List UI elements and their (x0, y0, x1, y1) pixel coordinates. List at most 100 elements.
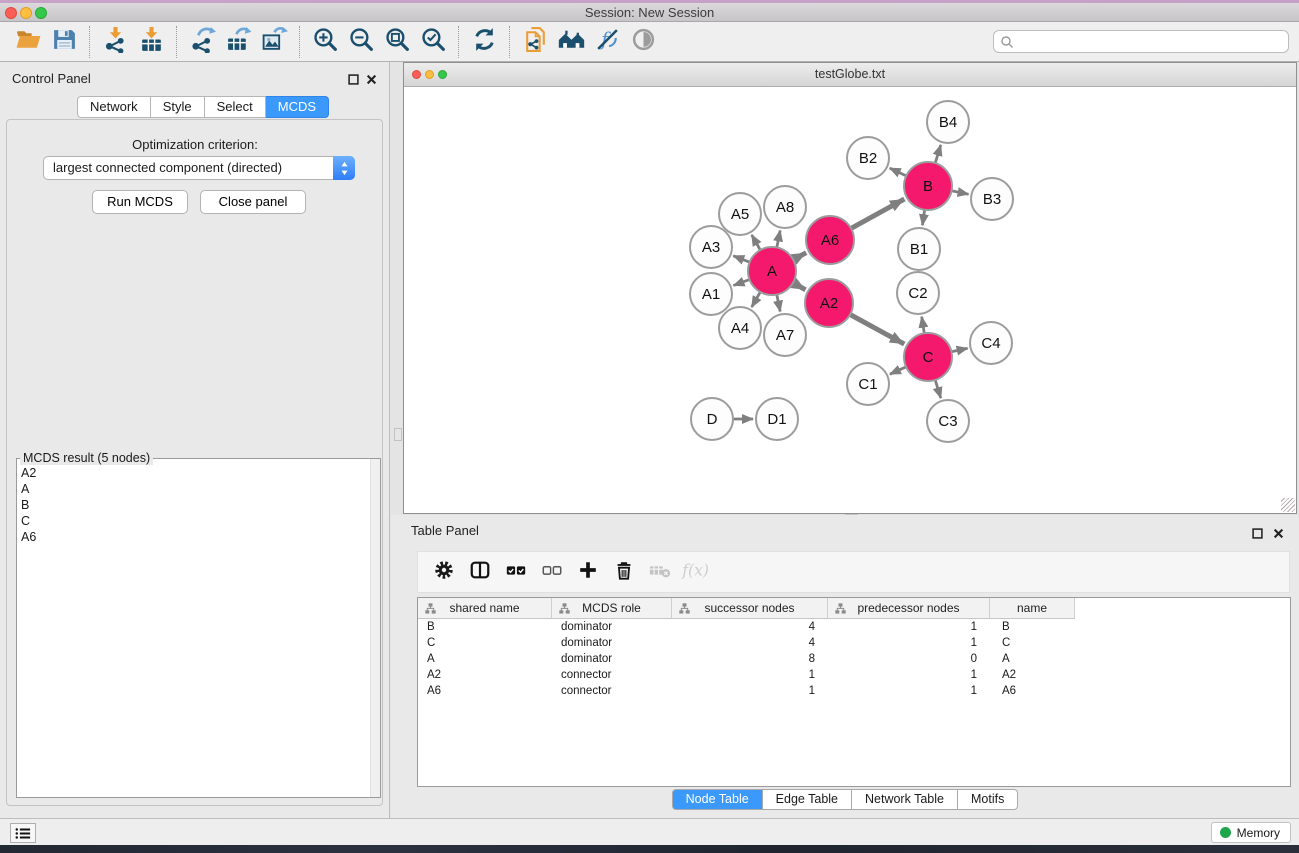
column-header-successor-nodes[interactable]: successor nodes (672, 598, 828, 619)
edge-B-B3[interactable] (952, 191, 969, 194)
cell-predecessor-nodes: 1 (828, 683, 990, 699)
create-column-button[interactable] (570, 555, 606, 589)
cell-successor-nodes: 4 (672, 635, 828, 651)
edge-C-C1[interactable] (890, 367, 906, 374)
edge-A2-C[interactable] (850, 315, 904, 345)
tab-style[interactable]: Style (151, 96, 205, 118)
edge-A-A6[interactable] (793, 253, 806, 260)
zoom-selected-button[interactable] (415, 25, 451, 59)
memory-button[interactable]: Memory (1211, 822, 1291, 843)
tab-node-table[interactable]: Node Table (672, 789, 763, 810)
export-image-button[interactable] (256, 25, 292, 59)
criterion-dropdown[interactable]: largest connected component (directed) (43, 156, 355, 180)
split-panel-button[interactable] (462, 555, 498, 589)
float-panel-icon[interactable] (348, 72, 359, 83)
column-header-shared-name[interactable]: shared name (418, 598, 552, 619)
node-label-C3: C3 (938, 413, 957, 430)
tab-network-table[interactable]: Network Table (852, 789, 958, 810)
clipboard-network-button[interactable] (517, 25, 553, 59)
network-zoom-button[interactable] (438, 70, 447, 79)
close-window-button[interactable] (5, 7, 17, 19)
delete-column-button[interactable] (606, 555, 642, 589)
tab-mcds[interactable]: MCDS (266, 96, 329, 118)
node-label-B: B (923, 178, 933, 195)
eye-button[interactable] (625, 25, 661, 59)
mcds-result-scrollbar[interactable] (370, 459, 380, 797)
control-panel-tabs: NetworkStyleSelectMCDS (77, 96, 329, 118)
cell-predecessor-nodes: 1 (828, 619, 990, 635)
node-label-D1: D1 (767, 411, 786, 428)
column-header-MCDS-role[interactable]: MCDS role (552, 598, 672, 619)
table-row[interactable]: Cdominator41C (418, 635, 1290, 651)
network-minimize-button[interactable] (425, 70, 434, 79)
import-network-button[interactable] (97, 25, 133, 59)
export-network-button[interactable] (184, 25, 220, 59)
import-table-button[interactable] (133, 25, 169, 59)
mcds-result-item[interactable]: A (17, 481, 370, 497)
table-row[interactable]: A2connector11A2 (418, 667, 1290, 683)
network-close-button[interactable] (412, 70, 421, 79)
table-row[interactable]: Bdominator41B (418, 619, 1290, 635)
close-panel-icon[interactable] (366, 72, 377, 83)
cell-shared-name: C (418, 635, 552, 651)
tab-network[interactable]: Network (77, 96, 151, 118)
tab-edge-table[interactable]: Edge Table (763, 789, 852, 810)
edge-A-A8[interactable] (777, 231, 780, 248)
edge-A-A4[interactable] (752, 292, 761, 307)
close-panel-button[interactable]: Close panel (200, 190, 306, 214)
close-panel-icon[interactable] (1273, 526, 1284, 537)
select-all-button[interactable] (498, 555, 534, 589)
column-header-name[interactable]: name (990, 598, 1075, 619)
edge-C-C4[interactable] (951, 348, 967, 352)
save-session-button[interactable] (46, 25, 82, 59)
edge-A-A7[interactable] (777, 295, 780, 312)
delete-column-icon (613, 559, 635, 586)
table-settings-button[interactable] (426, 555, 462, 589)
edge-A6-B[interactable] (851, 199, 904, 228)
eye-icon (630, 26, 657, 58)
header-filler (1075, 598, 1290, 619)
network-canvas[interactable]: B4B2BB3A8A5A6A3B1AC2A1A2A4A7C4CC1C3DD1 (404, 88, 1296, 513)
home-button[interactable] (553, 25, 589, 59)
edge-A-A5[interactable] (752, 235, 761, 250)
network-window-titlebar[interactable]: testGlobe.txt (404, 63, 1296, 87)
edge-A-A1[interactable] (734, 280, 750, 286)
search-input[interactable] (993, 30, 1289, 53)
zoom-fit-button[interactable] (379, 25, 415, 59)
edge-B-B2[interactable] (890, 168, 907, 176)
edge-B-B1[interactable] (922, 210, 924, 225)
column-header-predecessor-nodes[interactable]: predecessor nodes (828, 598, 990, 619)
edge-C-C3[interactable] (935, 380, 941, 398)
mcds-result-item[interactable]: A6 (17, 529, 370, 545)
split-divider-handle[interactable] (394, 428, 402, 441)
mcds-result-item[interactable]: C (17, 513, 370, 529)
run-mcds-button[interactable]: Run MCDS (92, 190, 188, 214)
tab-motifs[interactable]: Motifs (958, 789, 1018, 810)
minimize-window-button[interactable] (20, 7, 32, 19)
node-label-A6: A6 (821, 232, 839, 249)
mcds-result-item[interactable]: A2 (17, 465, 370, 481)
zoom-out-icon (348, 26, 375, 58)
toolbar-separator (299, 26, 300, 58)
zoom-in-button[interactable] (307, 25, 343, 59)
edge-C-C2[interactable] (922, 317, 925, 334)
zoom-out-button[interactable] (343, 25, 379, 59)
edge-B-B4[interactable] (935, 145, 941, 163)
edge-A-A3[interactable] (733, 256, 749, 262)
mcds-result-item[interactable]: B (17, 497, 370, 513)
float-panel-icon[interactable] (1252, 526, 1263, 537)
zoom-window-button[interactable] (35, 7, 47, 19)
tab-select[interactable]: Select (205, 96, 266, 118)
hide-graphics-details-button[interactable]: f (589, 25, 625, 59)
node-label-B2: B2 (859, 150, 877, 167)
table-row[interactable]: A6connector11A6 (418, 683, 1290, 699)
export-table-button[interactable] (220, 25, 256, 59)
table-row[interactable]: Adominator80A (418, 651, 1290, 667)
open-session-button[interactable] (10, 25, 46, 59)
svg-text:f(x): f(x) (681, 561, 709, 579)
deselect-all-button[interactable] (534, 555, 570, 589)
resize-grip[interactable] (1281, 498, 1295, 512)
edge-A-A2[interactable] (793, 283, 806, 290)
refresh-button[interactable] (466, 25, 502, 59)
task-history-button[interactable] (10, 823, 36, 843)
